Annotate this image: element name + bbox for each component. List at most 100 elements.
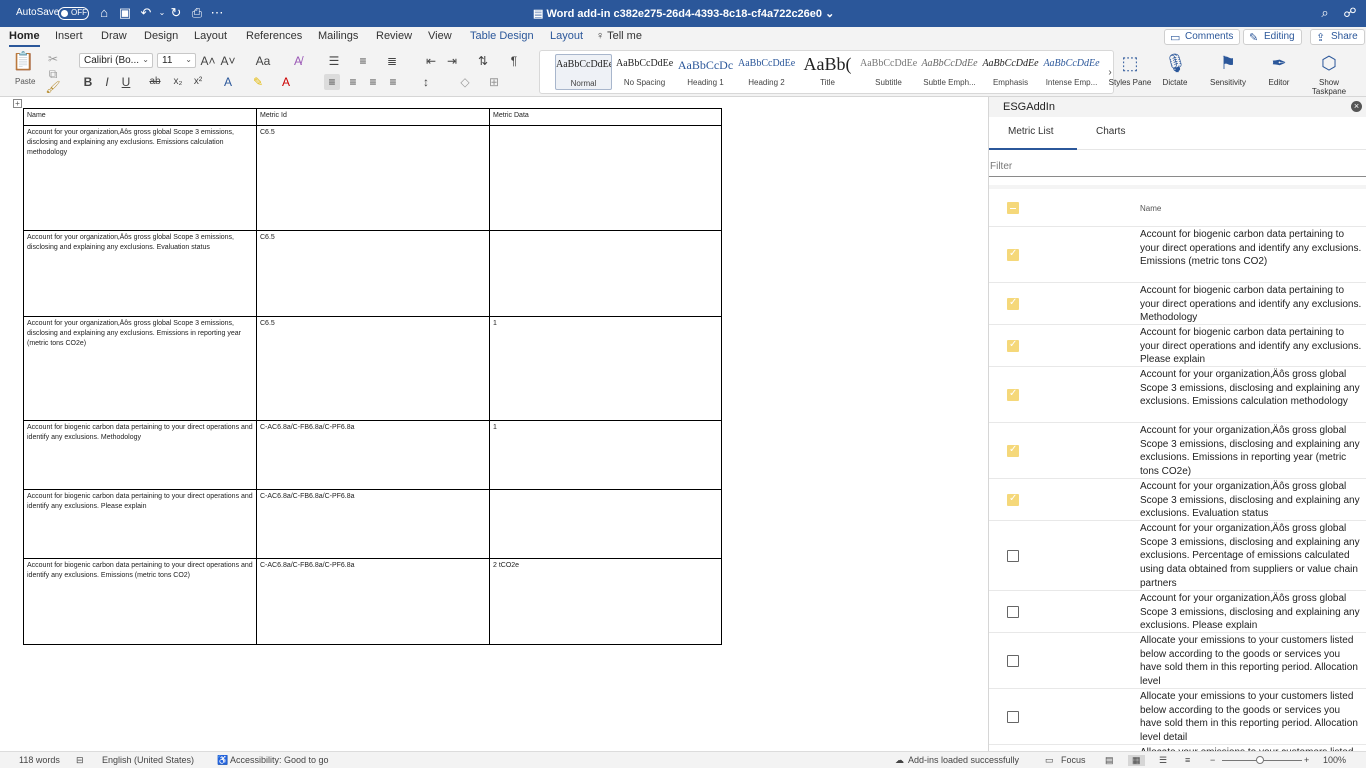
metric-checkbox[interactable] [1007, 297, 1019, 310]
home-icon[interactable]: ⌂ [96, 5, 112, 21]
share-button[interactable]: ⇪ Share [1310, 29, 1365, 45]
close-icon[interactable]: × [1351, 101, 1362, 112]
undo-icon[interactable]: ↶ [138, 5, 154, 21]
cell-metric-id[interactable]: C6.5 [256, 316, 490, 421]
tab-table-design[interactable]: Table Design [470, 30, 534, 42]
metric-checkbox[interactable] [1007, 655, 1019, 667]
text-effects-icon[interactable]: A [220, 74, 236, 90]
search-icon[interactable]: ⌕ [1317, 5, 1333, 21]
metric-checkbox[interactable] [1007, 388, 1019, 401]
cell-metric-data[interactable] [489, 489, 722, 559]
subscript-icon[interactable]: x₂ [170, 74, 186, 90]
show-formatting-icon[interactable]: ¶ [506, 53, 522, 69]
tab-charts[interactable]: Charts [1096, 126, 1125, 137]
zoom-slider-handle[interactable] [1256, 756, 1264, 764]
metric-row[interactable]: Account for your organization‚Äôs gross … [989, 367, 1366, 423]
align-center-icon[interactable]: ≡ [345, 74, 361, 90]
metric-checkbox[interactable] [1007, 711, 1019, 723]
style-emphasis[interactable]: AaBbCcDdEe Emphasis [982, 54, 1039, 90]
highlight-icon[interactable]: ✎ [250, 74, 266, 90]
align-left-icon[interactable]: ≡ [324, 74, 340, 90]
line-spacing-icon[interactable]: ↕ [418, 74, 434, 90]
sensitivity-button[interactable]: ⚑ Sensitivity [1206, 50, 1250, 94]
cell-name[interactable]: Account for your organization‚Äôs gross … [23, 125, 257, 231]
align-right-icon[interactable]: ≡ [365, 74, 381, 90]
draft-view-icon[interactable]: ≡ [1185, 755, 1190, 765]
cell-name[interactable]: Account for your organization‚Äôs gross … [23, 230, 257, 317]
clear-formatting-icon[interactable]: A̸ [290, 53, 306, 69]
cell-metric-id[interactable]: C-AC6.8a/C-FB6.8a/C-PF6.8a [256, 558, 490, 645]
shading-icon[interactable]: ◇ [457, 74, 473, 90]
sort-icon[interactable]: ⇅ [475, 53, 491, 69]
bold-icon[interactable]: B [80, 74, 96, 90]
increase-indent-icon[interactable]: ⇥ [444, 53, 460, 69]
web-layout-icon[interactable]: ▦ [1128, 755, 1145, 766]
metric-checkbox[interactable] [1007, 444, 1019, 457]
select-all-checkbox[interactable] [1007, 202, 1019, 214]
metric-checkbox[interactable] [1007, 550, 1019, 562]
print-layout-icon[interactable]: ▤ [1105, 755, 1114, 766]
tab-metric-list[interactable]: Metric List [1008, 126, 1054, 137]
header-metric-id[interactable]: Metric Id [256, 108, 490, 126]
metric-row[interactable]: Account for your organization‚Äôs gross … [989, 423, 1366, 479]
language[interactable]: English (United States) [102, 755, 194, 765]
italic-icon[interactable]: I [99, 74, 115, 90]
grow-font-icon[interactable]: A˄ [200, 53, 216, 69]
tab-draw[interactable]: Draw [101, 30, 127, 42]
document-title[interactable]: ▤ Word add-in c382e275-26d4-4393-8c18-cf… [533, 7, 834, 20]
account-icon[interactable]: ☍ [1342, 5, 1358, 21]
cell-name[interactable]: Account for biogenic carbon data pertain… [23, 420, 257, 490]
tab-home[interactable]: Home [9, 30, 40, 47]
focus-mode[interactable]: Focus [1061, 755, 1086, 765]
zoom-level[interactable]: 100% [1323, 755, 1346, 765]
style-subtle-emphasis[interactable]: AaBbCcDdEe Subtle Emph... [921, 54, 978, 90]
editor-button[interactable]: ✒ Editor [1257, 50, 1301, 94]
more-icon[interactable]: ⋯ [209, 5, 225, 21]
tell-me[interactable]: ♀ Tell me [596, 30, 642, 42]
underline-icon[interactable]: U [118, 74, 134, 90]
superscript-icon[interactable]: x² [190, 74, 206, 90]
bullets-icon[interactable]: ☰ [326, 53, 342, 69]
tab-references[interactable]: References [246, 30, 302, 42]
style-heading-2[interactable]: AaBbCcDdEe Heading 2 [738, 54, 795, 90]
cell-metric-id[interactable]: C-AC6.8a/C-FB6.8a/C-PF6.8a [256, 420, 490, 490]
metric-checkbox[interactable] [1007, 493, 1019, 506]
metric-row[interactable]: Account for your organization‚Äôs gross … [989, 479, 1366, 521]
cell-metric-data[interactable]: 1 [489, 316, 722, 421]
tab-table-layout[interactable]: Layout [550, 30, 583, 42]
style-intense-emphasis[interactable]: AaBbCcDdEe Intense Emp... [1043, 54, 1100, 90]
metric-checkbox[interactable] [1007, 248, 1019, 261]
cell-metric-id[interactable]: C6.5 [256, 230, 490, 317]
multilevel-list-icon[interactable]: ≣ [384, 53, 400, 69]
tab-view[interactable]: View [428, 30, 452, 42]
proofing-icon[interactable]: ⊟ [76, 755, 84, 766]
numbering-icon[interactable]: ≡ [355, 53, 371, 69]
style-heading-1[interactable]: AaBbCcDc Heading 1 [677, 54, 734, 90]
justify-icon[interactable]: ≡ [385, 74, 401, 90]
metric-row[interactable]: Account for biogenic carbon data pertain… [989, 227, 1366, 283]
accessibility-status[interactable]: Accessibility: Good to go [230, 755, 329, 765]
format-painter-icon[interactable]: 🖌 [45, 79, 61, 95]
zoom-in-icon[interactable]: + [1304, 755, 1309, 765]
metric-row[interactable]: Account for biogenic carbon data pertain… [989, 283, 1366, 325]
metric-checkbox[interactable] [1007, 339, 1019, 352]
borders-icon[interactable]: ⊞ [486, 74, 502, 90]
metric-row[interactable]: Account for your organization‚Äôs gross … [989, 521, 1366, 591]
comments-button[interactable]: ▭ Comments [1164, 29, 1241, 45]
cell-metric-data[interactable] [489, 125, 722, 231]
change-case-icon[interactable]: Aa [252, 53, 274, 69]
cut-icon[interactable]: ✂ [45, 51, 61, 67]
show-taskpane-button[interactable]: ⬡ Show Taskpane [1307, 50, 1351, 96]
style-subtitle[interactable]: AaBbCcDdEe Subtitle [860, 54, 917, 90]
styles-pane-button[interactable]: ⬚ Styles Pane [1108, 50, 1152, 94]
style-normal[interactable]: AaBbCcDdEe Normal [555, 54, 612, 90]
editing-button[interactable]: ✎ Editing [1243, 29, 1302, 45]
tab-design[interactable]: Design [144, 30, 178, 42]
font-name-select[interactable]: Calibri (Bo... ⌄ [79, 53, 153, 68]
header-metric-data[interactable]: Metric Data [489, 108, 722, 126]
metric-row[interactable]: Account for biogenic carbon data pertain… [989, 325, 1366, 367]
tab-insert[interactable]: Insert [55, 30, 83, 42]
cell-name[interactable]: Account for biogenic carbon data pertain… [23, 489, 257, 559]
cell-metric-data[interactable]: 2 tCO2e [489, 558, 722, 645]
tab-review[interactable]: Review [376, 30, 412, 42]
